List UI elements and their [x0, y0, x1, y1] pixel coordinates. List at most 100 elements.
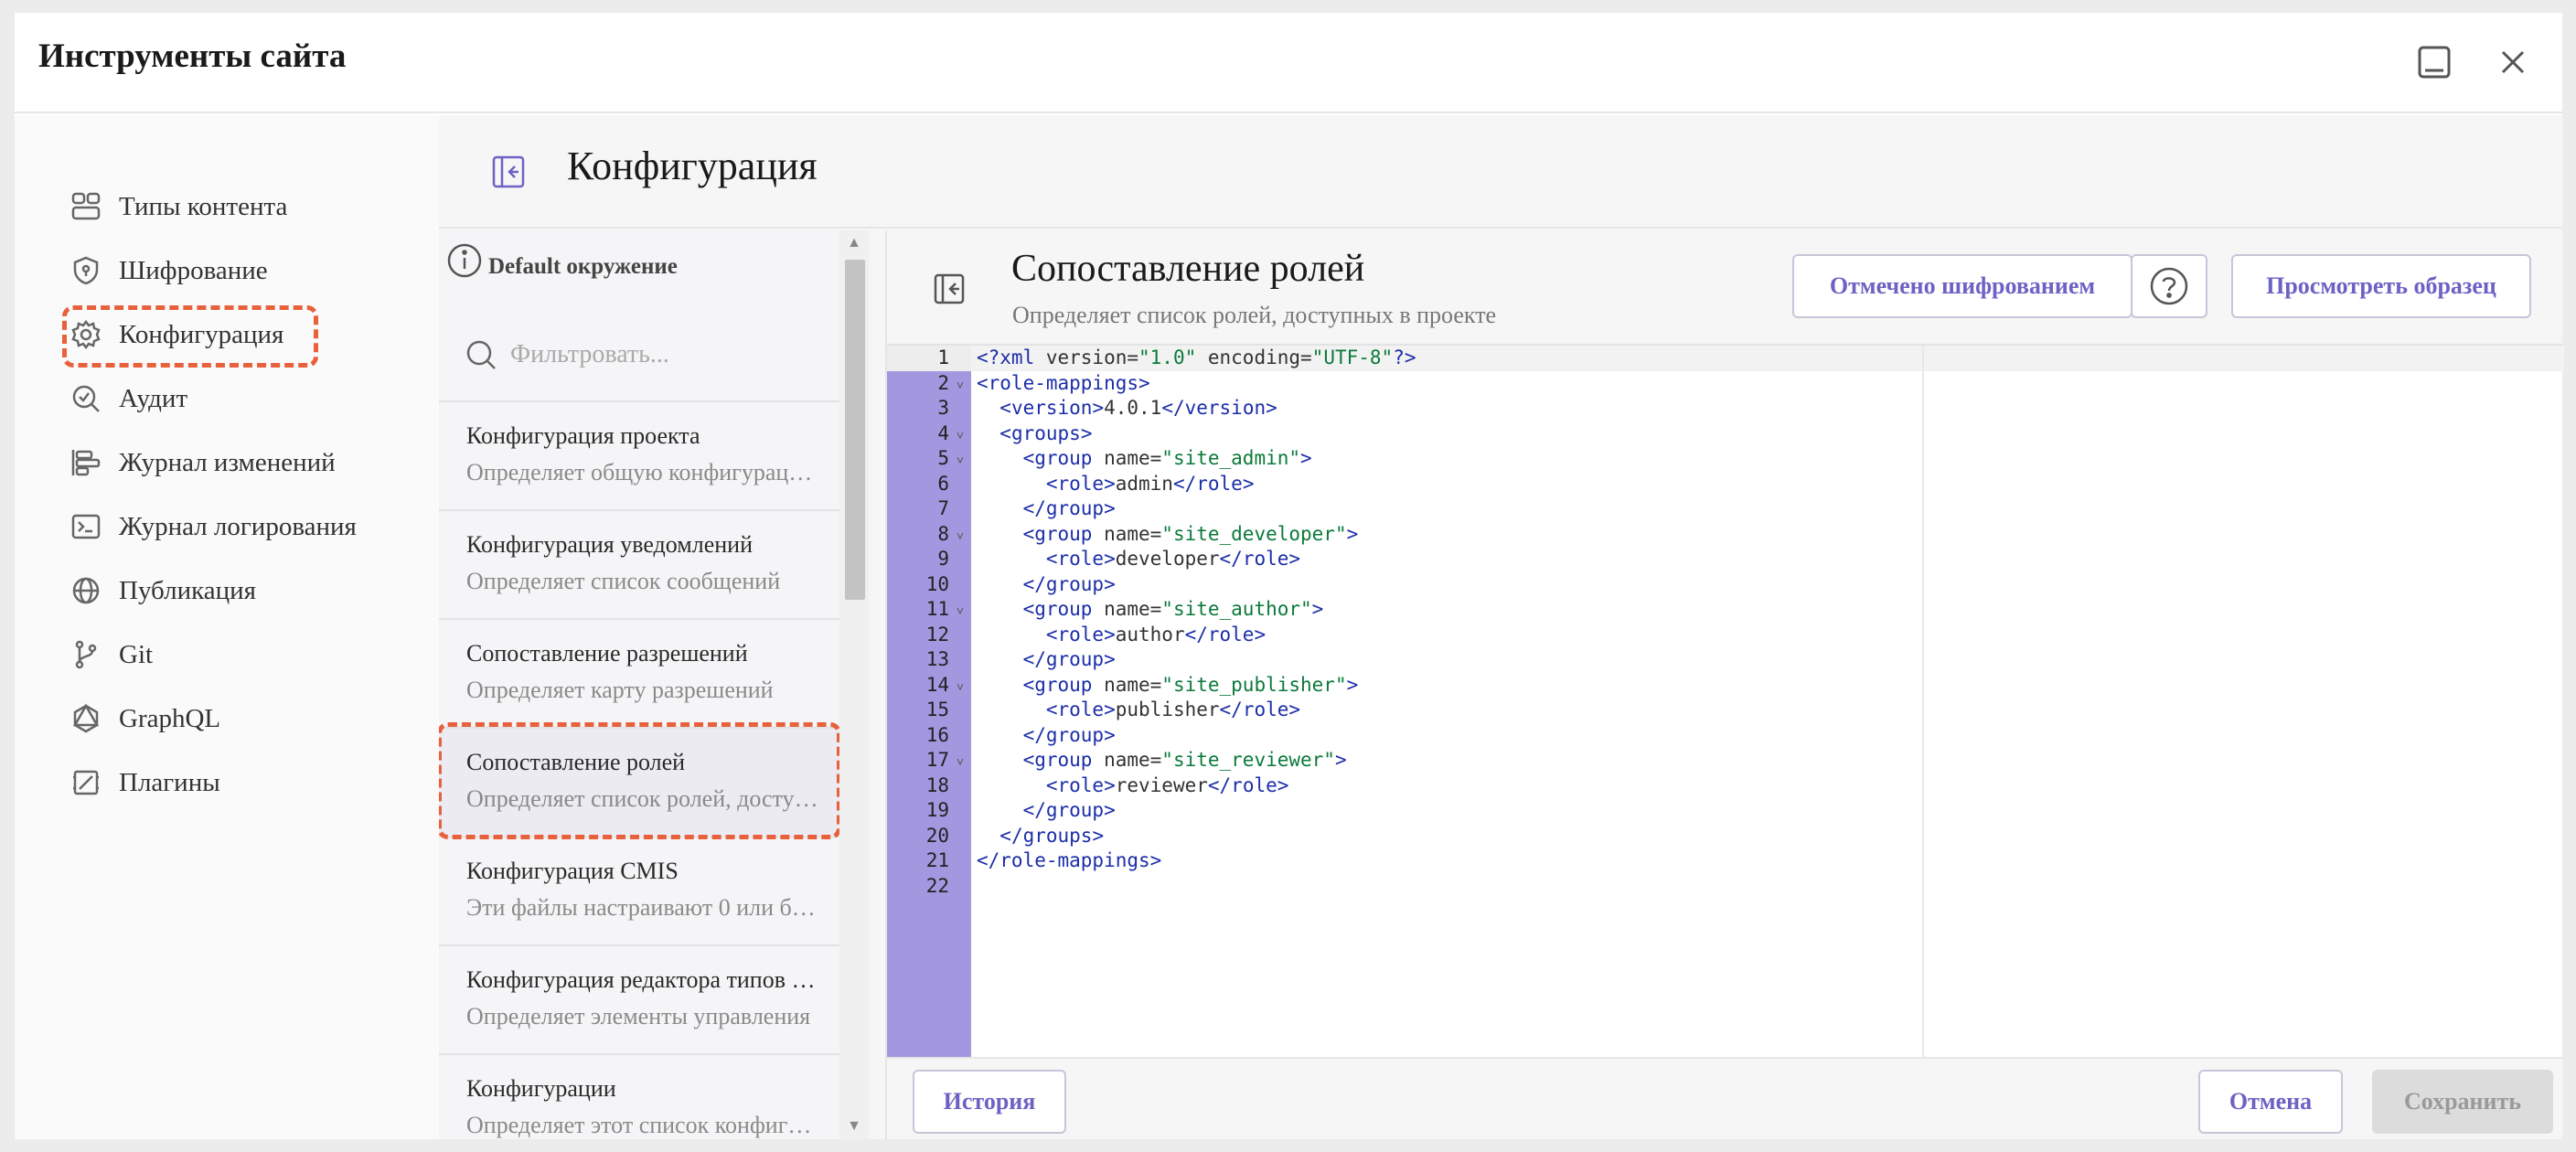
cancel-button[interactable]: Отмена	[2198, 1070, 2343, 1134]
fold-arrow-icon[interactable]: ˅	[949, 424, 971, 450]
help-icon	[2150, 267, 2188, 305]
list-item-desc: Эти файлы настраивают 0 или более репози…	[466, 894, 823, 921]
code-line[interactable]: 22	[887, 874, 1801, 900]
nav-label: Плагины	[119, 767, 220, 797]
nav-label: GraphQL	[119, 703, 221, 733]
close-button[interactable]	[2484, 33, 2542, 91]
nav-item-encryption[interactable]: Шифрование	[68, 243, 268, 298]
code-line[interactable]: 8 ˅ <group name="site_developer">	[887, 522, 1801, 548]
code-line[interactable]: 3 <version>4.0.1</version>	[887, 396, 1801, 421]
code-line[interactable]: 5 ˅ <group name="site_admin">	[887, 446, 1801, 472]
code-text: <group name="site_admin">	[1022, 447, 1312, 469]
nav-label: Git	[119, 639, 154, 669]
sidebar-collapse-icon	[934, 273, 965, 304]
list-item[interactable]: Конфигурация проекта Определяет общую ко…	[439, 400, 839, 508]
code-text: </role-mappings>	[977, 849, 1162, 871]
scroll-up-icon[interactable]: ▲	[845, 234, 863, 252]
scroll-thumb[interactable]	[845, 260, 865, 600]
code-text: </groups>	[999, 824, 1105, 847]
globe-icon	[68, 572, 104, 609]
code-line[interactable]: 15 <role>publisher</role>	[887, 698, 1801, 723]
view-sample-button[interactable]: Просмотреть образец	[2231, 254, 2531, 318]
fold-arrow-icon[interactable]: ˅	[949, 374, 971, 400]
code-text: <role>admin</role>	[1045, 472, 1255, 495]
line-number: 11	[925, 598, 949, 620]
changelog-icon	[68, 444, 104, 481]
code-editor[interactable]: 1 <?xml version="1.0" encoding="UTF-8"?> 2…	[887, 344, 2564, 1059]
code-text: <role>author</role>	[1045, 623, 1267, 645]
fold-arrow-icon[interactable]: ˅	[949, 525, 971, 550]
list-item-selected[interactable]: Сопоставление ролей Определяет список ро…	[439, 727, 839, 835]
nav-label: Журнал логирования	[119, 511, 357, 541]
history-button[interactable]: История	[913, 1070, 1066, 1134]
content-types-icon	[68, 188, 104, 225]
scroll-down-icon[interactable]: ▼	[845, 1117, 863, 1136]
nav-item-content-types[interactable]: Типы контента	[68, 179, 287, 234]
list-item-title: Конфигурация CMIS	[466, 858, 679, 884]
list-item-desc: Определяет элементы управления	[466, 1003, 811, 1029]
code-line[interactable]: 14 ˅ <group name="site_publisher">	[887, 673, 1801, 699]
print-margin	[1922, 346, 1924, 1059]
nav-item-configuration[interactable]: Конфигурация	[68, 307, 283, 362]
line-number: 1	[937, 347, 949, 368]
code-line[interactable]: 18 <role>reviewer</role>	[887, 773, 1801, 799]
list-item[interactable]: Конфигурация редактора типов контента Оп…	[439, 944, 839, 1052]
code-text: <role>publisher</role>	[1045, 699, 1301, 720]
filter-input[interactable]	[510, 340, 812, 369]
code-line[interactable]: 20 </groups>	[887, 824, 1801, 849]
fold-arrow-icon[interactable]: ˅	[949, 676, 971, 701]
minimize-button[interactable]	[2405, 33, 2464, 91]
plugins-icon	[68, 764, 104, 801]
nav-item-graphql[interactable]: GraphQL	[68, 691, 220, 746]
list-item-title: Конфигурации	[466, 1075, 616, 1102]
list-scrollbar[interactable]: ▲ ▼	[839, 230, 869, 1139]
git-branch-icon	[68, 636, 104, 673]
code-text: <role>developer</role>	[1045, 548, 1301, 570]
code-line[interactable]: 16 </group>	[887, 723, 1801, 749]
nav-item-logging[interactable]: Журнал логирования	[68, 499, 357, 554]
code-line[interactable]: 12 <role>author</role>	[887, 623, 1801, 648]
nav-item-git[interactable]: Git	[68, 627, 153, 682]
nav-item-audit[interactable]: Аудит	[68, 371, 187, 426]
code-text: <?xml version="1.0" encoding="UTF-8"?>	[977, 347, 1416, 368]
editor-header: Сопоставление ролей Определяет список ро…	[887, 230, 2562, 344]
list-item[interactable]: Конфигурация CMIS Эти файлы настраивают …	[439, 836, 839, 944]
code-line[interactable]: 1 <?xml version="1.0" encoding="UTF-8"?>	[887, 346, 1801, 371]
code-line[interactable]: 11 ˅ <group name="site_author">	[887, 597, 1801, 623]
line-number: 13	[925, 648, 949, 670]
help-button[interactable]	[2131, 254, 2207, 318]
fold-arrow-icon[interactable]: ˅	[949, 751, 971, 776]
nav-item-changelog[interactable]: Журнал изменений	[68, 435, 336, 490]
list-item[interactable]: Сопоставление разрешений Определяет карт…	[439, 618, 839, 726]
code-line[interactable]: 2 ˅ <role-mappings>	[887, 371, 1801, 397]
encrypt-marked-button[interactable]: Отмечено шифрованием	[1792, 254, 2132, 318]
code-line[interactable]: 17 ˅ <group name="site_reviewer">	[887, 748, 1801, 773]
code-line[interactable]: 10 </group>	[887, 572, 1801, 598]
list-item-desc: Определяет общую конфигурацию проекта	[466, 459, 823, 485]
terminal-icon	[68, 508, 104, 545]
code-line[interactable]: 6 <role>admin</role>	[887, 472, 1801, 497]
line-number: 10	[925, 572, 949, 595]
code-line[interactable]: 21 </role-mappings>	[887, 848, 1801, 874]
code-line[interactable]: 7 </group>	[887, 496, 1801, 522]
editor-footer: История Отмена Сохранить	[887, 1057, 2562, 1139]
collapse-list-button[interactable]	[931, 271, 967, 307]
code-line[interactable]: 4 ˅ <groups>	[887, 421, 1801, 447]
nav-item-publishing[interactable]: Публикация	[68, 563, 256, 618]
code-line[interactable]: 19 </group>	[887, 798, 1801, 824]
fold-arrow-icon[interactable]: ˅	[949, 449, 971, 475]
list-item[interactable]: Конфигурации Определяет этот список конф…	[439, 1053, 839, 1139]
save-button[interactable]: Сохранить	[2372, 1070, 2553, 1134]
list-item[interactable]: Конфигурация уведомлений Определяет спис…	[439, 509, 839, 617]
code-line[interactable]: 13 </group>	[887, 647, 1801, 673]
page-title: Конфигурация	[567, 144, 818, 188]
nav-item-plugins[interactable]: Плагины	[68, 755, 220, 810]
line-number: 20	[925, 824, 949, 847]
code-line[interactable]: 9 <role>developer</role>	[887, 547, 1801, 572]
collapse-nav-button[interactable]	[488, 152, 529, 192]
config-list: Default окружение Конфигурация проекта О…	[439, 230, 872, 1139]
code-text: <group name="site_author">	[1022, 598, 1324, 620]
line-number: 16	[925, 723, 949, 746]
fold-arrow-icon[interactable]: ˅	[949, 600, 971, 625]
code-text: <role>reviewer</role>	[1045, 773, 1289, 796]
